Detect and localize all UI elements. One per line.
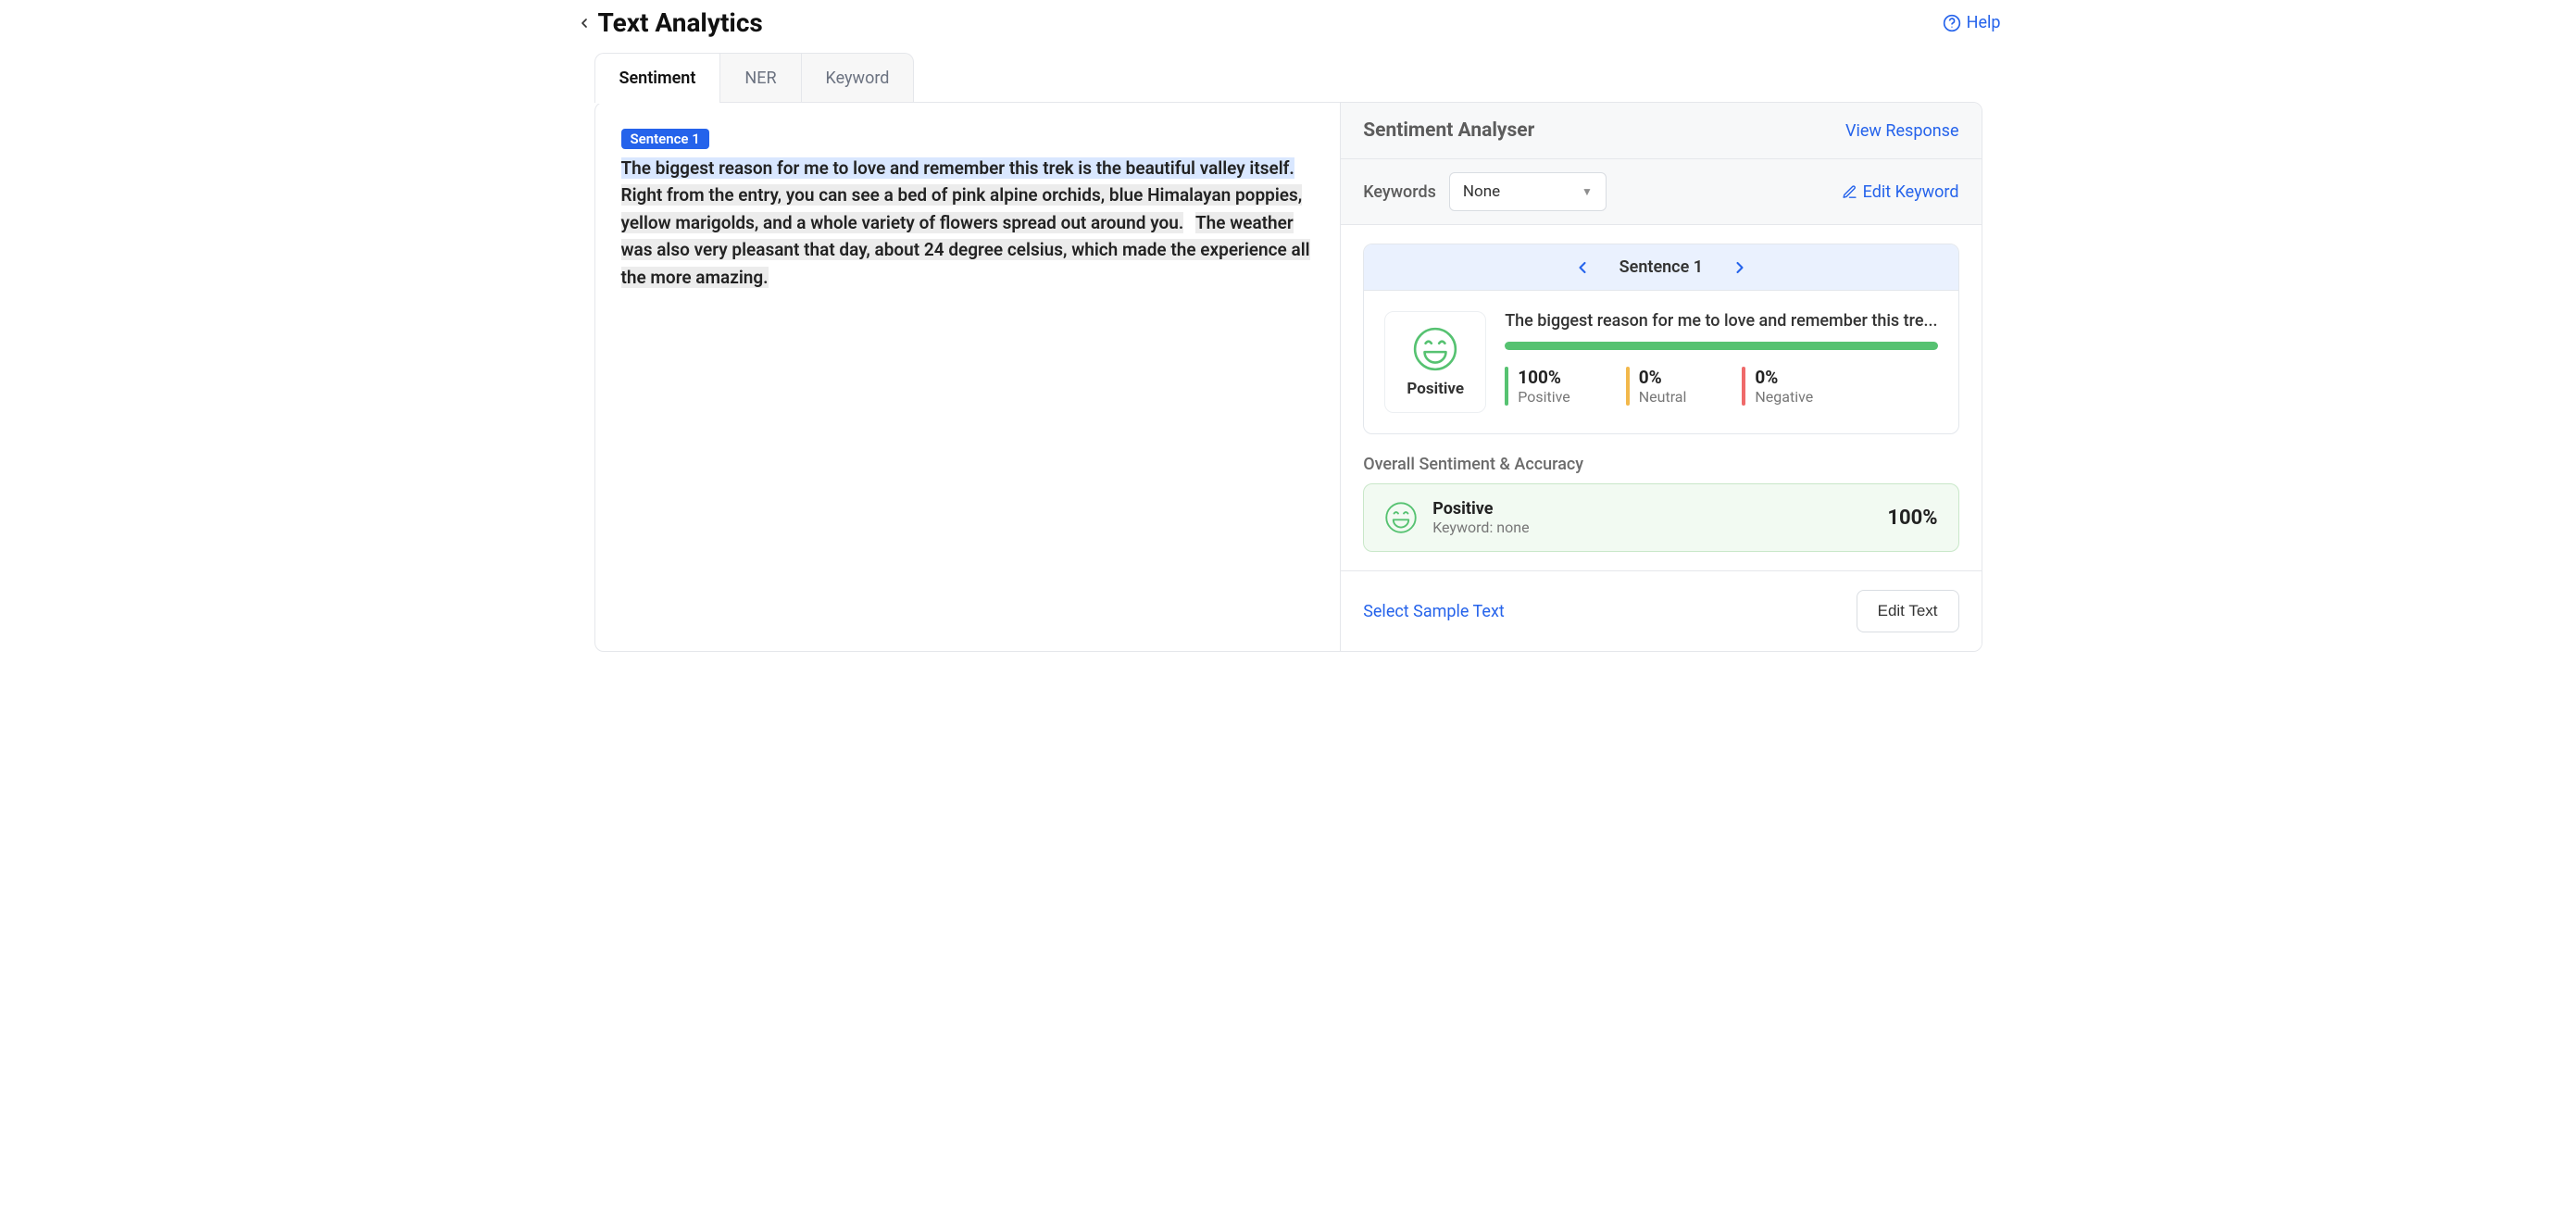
page-title: Text Analytics <box>598 7 763 38</box>
help-icon <box>1943 14 1961 32</box>
negative-tick-icon <box>1742 367 1745 406</box>
sentiment-label: Positive <box>1407 380 1464 398</box>
stat-neutral: 0% Neutral <box>1626 367 1687 406</box>
tab-label: Sentiment <box>619 69 696 88</box>
keywords-label: Keywords <box>1363 182 1436 202</box>
help-label: Help <box>1967 13 2001 32</box>
sentiment-emoji-box: Positive <box>1384 311 1486 413</box>
sentence-nav-label: Sentence 1 <box>1619 257 1703 277</box>
overall-card: Positive Keyword: none 100% <box>1363 483 1958 552</box>
select-sample-text-link[interactable]: Select Sample Text <box>1363 602 1505 621</box>
dropdown-value: None <box>1463 182 1500 201</box>
overall-title: Overall Sentiment & Accuracy <box>1363 455 1958 474</box>
tab-keyword[interactable]: Keyword <box>802 53 915 103</box>
tab-ner[interactable]: NER <box>720 53 801 103</box>
next-sentence-button[interactable] <box>1731 258 1749 277</box>
stat-pct: 0% <box>1755 367 1813 388</box>
edit-text-button[interactable]: Edit Text <box>1857 590 1959 632</box>
sentence-badge: Sentence 1 <box>621 129 709 149</box>
keywords-dropdown[interactable]: None ▼ <box>1449 172 1607 211</box>
analyser-title: Sentiment Analyser <box>1363 119 1534 142</box>
chevron-down-icon: ▼ <box>1582 185 1593 198</box>
analyzed-text: The biggest reason for me to love and re… <box>621 155 1315 291</box>
tab-label: Keyword <box>826 69 890 88</box>
stat-name: Positive <box>1518 388 1570 406</box>
sentiment-bar <box>1505 342 1937 350</box>
stat-negative: 0% Negative <box>1742 367 1813 406</box>
overall-keyword: Keyword: none <box>1432 519 1529 536</box>
smile-icon <box>1412 326 1458 372</box>
stat-name: Negative <box>1755 388 1813 406</box>
positive-tick-icon <box>1505 367 1508 406</box>
chevron-right-icon <box>1731 258 1749 277</box>
text-area: Sentence 1 The biggest reason for me to … <box>595 103 1342 651</box>
pencil-icon <box>1842 184 1857 200</box>
stat-positive: 100% Positive <box>1505 367 1570 406</box>
help-link[interactable]: Help <box>1943 13 2001 32</box>
stat-pct: 0% <box>1639 367 1687 388</box>
view-response-link[interactable]: View Response <box>1845 121 1958 141</box>
prev-sentence-button[interactable] <box>1573 258 1592 277</box>
tabs: Sentiment NER Keyword <box>594 53 2001 103</box>
sentence-snippet: The biggest reason for me to love and re… <box>1505 311 1937 331</box>
stat-pct: 100% <box>1518 367 1570 388</box>
edit-keyword-link[interactable]: Edit Keyword <box>1842 182 1959 202</box>
stat-name: Neutral <box>1639 388 1687 406</box>
back-icon[interactable] <box>576 15 593 31</box>
sentence-highlight-active[interactable]: The biggest reason for me to love and re… <box>621 157 1294 179</box>
neutral-tick-icon <box>1626 367 1630 406</box>
chevron-left-icon <box>1573 258 1592 277</box>
overall-pct: 100% <box>1887 507 1937 530</box>
smile-icon <box>1384 501 1418 534</box>
tab-label: NER <box>744 69 776 88</box>
edit-keyword-label: Edit Keyword <box>1863 182 1959 202</box>
overall-label: Positive <box>1432 499 1529 519</box>
sentence-card: Sentence 1 P <box>1363 244 1958 434</box>
tab-sentiment[interactable]: Sentiment <box>594 53 721 103</box>
